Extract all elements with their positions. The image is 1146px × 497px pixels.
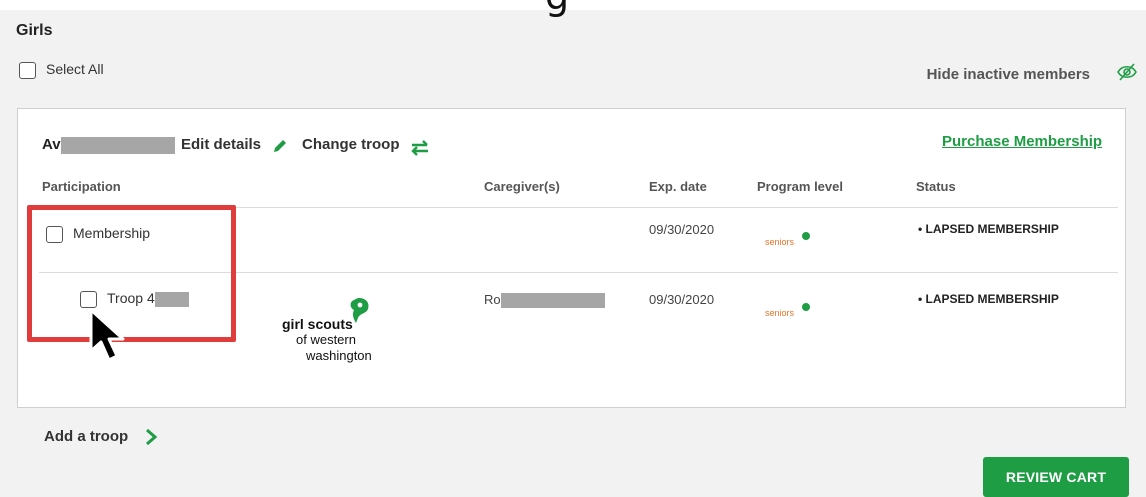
col-program-level: Program level [757, 179, 843, 194]
col-status: Status [916, 179, 956, 194]
redacted-name [60, 136, 175, 154]
edit-details-link[interactable]: Edit details [181, 136, 261, 153]
trefoil-icon [802, 303, 810, 311]
row2-status: • LAPSED MEMBERSHIP [918, 292, 1059, 306]
col-caregivers: Caregiver(s) [484, 179, 560, 194]
hide-inactive-toggle[interactable]: Hide inactive members [927, 66, 1090, 83]
col-exp-date: Exp. date [649, 179, 707, 194]
row2-caregiver: Ro [484, 292, 605, 309]
add-troop-link[interactable]: Add a troop [44, 428, 128, 445]
review-cart-button[interactable]: REVIEW CART [983, 457, 1129, 497]
select-all[interactable]: Select All [19, 61, 104, 79]
logo-line2: of western [296, 332, 356, 347]
logo-line1: girl scouts [282, 316, 353, 332]
select-all-checkbox[interactable] [19, 61, 36, 79]
chevron-right-icon[interactable] [144, 428, 158, 446]
member-name: Av [42, 136, 175, 154]
cursor-arrow-icon [89, 308, 125, 362]
member-name-text: Av [42, 136, 61, 153]
top-strip [0, 0, 1146, 10]
row1-status: • LAPSED MEMBERSHIP [918, 222, 1059, 236]
cropped-heading: g [545, 0, 569, 18]
row1-exp-date: 09/30/2020 [649, 222, 715, 237]
select-all-label: Select All [46, 61, 104, 77]
trefoil-icon [802, 232, 810, 240]
highlight-box [27, 205, 236, 342]
pencil-icon[interactable] [271, 137, 289, 155]
row2-program-level: seniors [765, 308, 795, 318]
purchase-membership-link[interactable]: Purchase Membership [942, 133, 1102, 150]
swap-arrows-icon[interactable] [410, 140, 430, 156]
row1-program-level: seniors [765, 237, 795, 247]
section-title: Girls [16, 22, 53, 39]
redacted-caregiver [500, 293, 605, 309]
eye-slash-icon[interactable] [1116, 62, 1138, 82]
row2-exp-date: 09/30/2020 [649, 292, 715, 307]
col-participation: Participation [42, 179, 121, 194]
logo-line3: washington [306, 348, 372, 363]
change-troop-link[interactable]: Change troop [302, 136, 400, 153]
caregiver-name-text: Ro [484, 292, 501, 307]
